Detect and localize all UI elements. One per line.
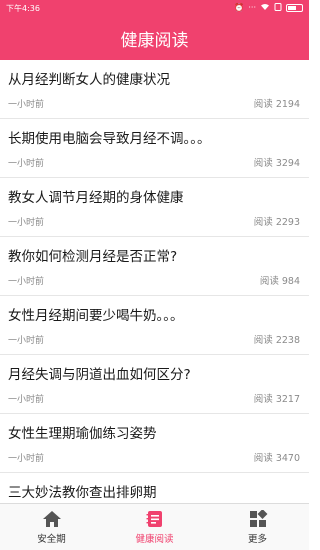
bottom-tab-bar: 安全期 健康阅读 更多 bbox=[0, 503, 309, 550]
home-icon bbox=[42, 510, 61, 527]
tab-more[interactable]: 更多 bbox=[206, 504, 309, 550]
article-read-count: 阅读 3470 bbox=[253, 453, 300, 464]
article-time: 一小时前 bbox=[8, 395, 45, 405]
article-title: 教你如何检测月经是否正常? bbox=[8, 249, 178, 265]
list-item[interactable]: 女性生理期瑜伽练习姿势 一小时前 阅读 3470 bbox=[0, 414, 309, 473]
article-read-count: 阅读 3217 bbox=[253, 394, 300, 405]
list-item[interactable]: 教女人调节月经期的身体健康 一小时前 阅读 2293 bbox=[0, 178, 309, 237]
sim-icon bbox=[274, 3, 282, 13]
wifi-icon bbox=[260, 3, 270, 13]
tab-label: 健康阅读 bbox=[135, 533, 174, 545]
article-time: 一小时前 bbox=[8, 336, 45, 346]
article-time: 一小时前 bbox=[8, 159, 45, 169]
article-read-count: 阅读 2194 bbox=[253, 99, 300, 110]
article-title: 女性生理期瑜伽练习姿势 bbox=[8, 426, 157, 442]
list-item[interactable]: 教你如何检测月经是否正常? 一小时前 阅读 984 bbox=[0, 237, 309, 296]
article-time: 一小时前 bbox=[8, 218, 45, 228]
grid-icon bbox=[249, 509, 267, 527]
article-title: 月经失调与阴道出血如何区分? bbox=[8, 367, 191, 383]
dots-icon: ··· bbox=[248, 3, 256, 12]
article-title: 三大妙法教你查出排卵期 bbox=[8, 485, 157, 501]
status-time: 下午4:36 bbox=[6, 3, 40, 13]
status-icons: ⏰ ··· bbox=[234, 3, 303, 13]
article-list: 从月经判断女人的健康状况 一小时前 阅读 2194 长期使用电脑会导致月经不调。… bbox=[0, 60, 309, 503]
app-header: 健康阅读 bbox=[0, 16, 309, 60]
tab-label: 更多 bbox=[247, 533, 267, 545]
article-title: 长期使用电脑会导致月经不调。。。 bbox=[8, 131, 211, 147]
article-time: 一小时前 bbox=[8, 277, 45, 287]
list-item[interactable]: 月经失调与阴道出血如何区分? 一小时前 阅读 3217 bbox=[0, 355, 309, 414]
article-read-count: 阅读 3294 bbox=[253, 158, 300, 169]
list-item[interactable]: 三大妙法教你查出排卵期 bbox=[0, 473, 309, 503]
list-item[interactable]: 长期使用电脑会导致月经不调。。。 一小时前 阅读 3294 bbox=[0, 119, 309, 178]
article-title: 教女人调节月经期的身体健康 bbox=[8, 190, 184, 206]
status-bar: 下午4:36 ⏰ ··· bbox=[0, 0, 309, 16]
article-title: 从月经判断女人的健康状况 bbox=[8, 72, 170, 88]
article-read-count: 阅读 2238 bbox=[253, 335, 300, 346]
article-time: 一小时前 bbox=[8, 100, 45, 110]
battery-icon bbox=[286, 4, 303, 12]
article-read-count: 阅读 2293 bbox=[253, 217, 300, 228]
tab-health-reading[interactable]: 健康阅读 bbox=[103, 504, 206, 550]
tab-label: 安全期 bbox=[37, 533, 66, 545]
alarm-icon: ⏰ bbox=[234, 3, 245, 12]
article-time: 一小时前 bbox=[8, 454, 45, 464]
list-item[interactable]: 从月经判断女人的健康状况 一小时前 阅读 2194 bbox=[0, 60, 309, 119]
book-icon bbox=[146, 510, 162, 527]
article-read-count: 阅读 984 bbox=[259, 276, 300, 287]
list-item[interactable]: 女性月经期间要少喝牛奶。。。 一小时前 阅读 2238 bbox=[0, 296, 309, 355]
tab-safe-period[interactable]: 安全期 bbox=[0, 504, 103, 550]
article-title: 女性月经期间要少喝牛奶。。。 bbox=[8, 308, 184, 324]
page-title: 健康阅读 bbox=[120, 30, 189, 51]
